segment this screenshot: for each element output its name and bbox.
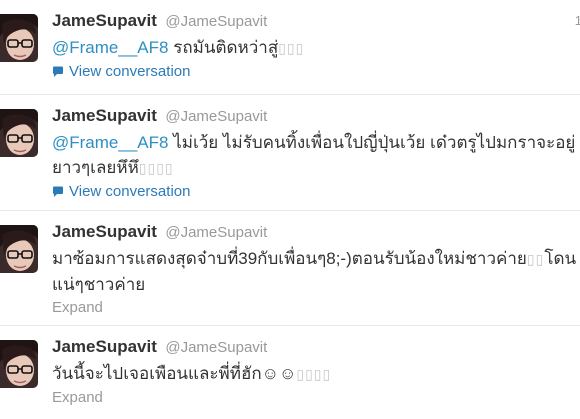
tweet-username[interactable]: @JameSupavit (165, 339, 267, 356)
tweet-item[interactable]: JameSupavit @JameSupavit 1 @Frame__AF8 ร… (0, 0, 580, 95)
speech-bubble-icon (52, 64, 64, 84)
tweet-text: @Frame__AF8 รถมันติดหว่าสู่▯▯▯ (52, 35, 580, 61)
tweet-content: JameSupavit @JameSupavit วันนี้จะไปเจอเพ… (52, 336, 580, 408)
avatar[interactable] (0, 225, 38, 273)
tweet-item[interactable]: JameSupavit @JameSupavit วันนี้จะไปเจอเพ… (0, 326, 580, 419)
view-conversation-link[interactable]: View conversation (69, 63, 190, 80)
tweet-footer: View conversation (52, 182, 580, 204)
tweet-content: JameSupavit @JameSupavit 1 @Frame__AF8 ร… (52, 10, 580, 84)
tweet-text-body: รถมันติดหว่าสู่ (168, 38, 279, 57)
expand-link[interactable]: Expand (52, 389, 103, 406)
tweet-fullname[interactable]: JameSupavit (52, 106, 157, 125)
missing-glyphs: ▯▯▯ (278, 40, 305, 56)
mention-link[interactable]: @Frame__AF8 (52, 38, 168, 57)
tweet-fullname[interactable]: JameSupavit (52, 11, 157, 30)
tweet-timeline: JameSupavit @JameSupavit 1 @Frame__AF8 ร… (0, 0, 580, 419)
avatar[interactable] (0, 340, 38, 388)
speech-bubble-icon (52, 184, 64, 204)
tweet-fullname[interactable]: JameSupavit (52, 222, 157, 241)
tweet-footer: Expand (52, 298, 580, 318)
view-conversation-link[interactable]: View conversation (69, 183, 190, 200)
tweet-content: JameSupavit @JameSupavit @Frame__AF8 ไม่… (52, 105, 580, 204)
tweet-text: วันนี้จะไปเจอเพือนและพี่ที่ฮัก☺☺▯▯▯▯ (52, 361, 580, 387)
tweet-item[interactable]: JameSupavit @JameSupavit @Frame__AF8 ไม่… (0, 95, 580, 211)
tweet-content: JameSupavit @JameSupavit มาซ้อมการแสดงสุ… (52, 221, 580, 318)
avatar[interactable] (0, 109, 38, 157)
expand-link[interactable]: Expand (52, 299, 103, 316)
tweet-text: @Frame__AF8 ไม่เว้ย ไม่รับคนทิ้งเพื่อนใป… (52, 130, 580, 181)
tweet-text-body: วันนี้จะไปเจอเพือนและพี่ที่ฮัก☺☺ (52, 364, 297, 383)
tweet-item[interactable]: JameSupavit @JameSupavit มาซ้อมการแสดงสุ… (0, 211, 580, 326)
missing-glyphs: ▯▯▯▯ (138, 160, 174, 176)
avatar[interactable] (0, 14, 38, 62)
tweet-header: JameSupavit @JameSupavit (52, 105, 580, 127)
missing-glyphs: ▯▯ (526, 251, 545, 267)
tweet-fullname[interactable]: JameSupavit (52, 337, 157, 356)
tweet-username[interactable]: @JameSupavit (165, 108, 267, 125)
missing-glyphs: ▯▯▯▯ (296, 366, 332, 382)
tweet-footer: View conversation (52, 62, 580, 84)
tweet-timestamp[interactable]: 1 (575, 10, 580, 32)
tweet-text-body: มาซ้อมการแสดงสุดจ๋าบที่39กับเพื่อนๆ8;-)ต… (52, 249, 527, 268)
tweet-username[interactable]: @JameSupavit (165, 13, 267, 30)
tweet-footer: Expand (52, 388, 580, 408)
tweet-header: JameSupavit @JameSupavit (52, 221, 580, 243)
tweet-header: JameSupavit @JameSupavit 1 (52, 10, 580, 32)
tweet-username[interactable]: @JameSupavit (165, 224, 267, 241)
tweet-text: มาซ้อมการแสดงสุดจ๋าบที่39กับเพื่อนๆ8;-)ต… (52, 246, 580, 297)
mention-link[interactable]: @Frame__AF8 (52, 133, 168, 152)
tweet-header: JameSupavit @JameSupavit (52, 336, 580, 358)
